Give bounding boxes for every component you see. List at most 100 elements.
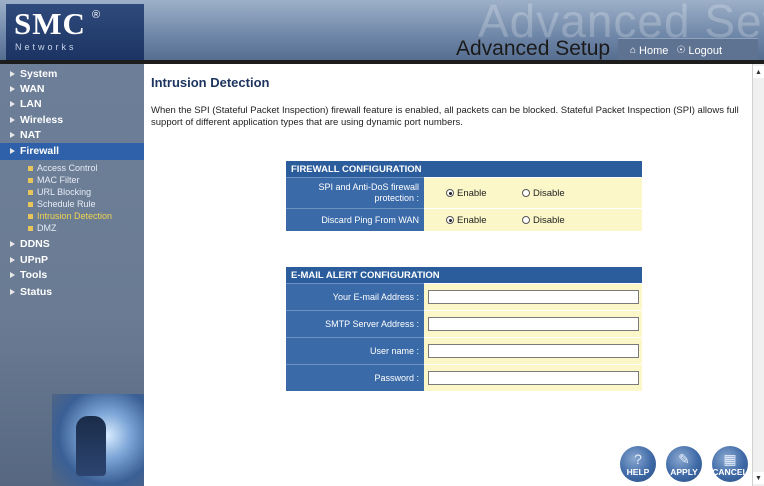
sidebar-subitem-label: URL Blocking [37, 187, 92, 197]
radio-label: Enable [457, 187, 487, 199]
sidebar-person-figure [76, 416, 106, 476]
header-title: Advanced Setup [456, 37, 611, 60]
subitem-bullet-icon [28, 225, 33, 231]
sidebar-item-label: Status [20, 286, 53, 298]
password-input[interactable] [428, 371, 639, 385]
cancel-icon: ▦ [723, 451, 737, 467]
logout-icon: ☉ [676, 45, 686, 56]
header: Advanced Setup SMC ® Networks Advanced S… [0, 0, 764, 64]
bullet-icon [10, 101, 15, 107]
sidebar-item-wireless[interactable]: Wireless [10, 114, 63, 126]
help-button[interactable]: ? HELP [620, 446, 656, 482]
password-label: Password : [286, 364, 424, 391]
sidebar-item-nat[interactable]: NAT [10, 129, 41, 141]
sidebar-item-label: Firewall [20, 145, 60, 157]
email-address-label: Your E-mail Address : [286, 283, 424, 310]
sidebar-subitem-label: DMZ [37, 223, 57, 233]
sidebar-subitem-dmz[interactable]: DMZ [28, 223, 57, 233]
vertical-scrollbar[interactable]: ▲ ▼ [752, 64, 764, 486]
sidebar-subitem-label: Access Control [37, 163, 98, 173]
smtp-server-value [424, 310, 642, 337]
sidebar-item-label: Wireless [20, 114, 64, 126]
home-label: Home [639, 44, 669, 57]
sidebar-subitem-intrusion-detection[interactable]: Intrusion Detection [28, 211, 112, 221]
email-address-input[interactable] [428, 290, 639, 304]
bullet-icon [10, 272, 15, 278]
sidebar: System WAN LAN Wireless NAT Firewall Acc… [0, 64, 144, 486]
sidebar-item-status[interactable]: Status [10, 286, 52, 298]
username-label: User name : [286, 337, 424, 364]
sidebar-subitem-mac-filter[interactable]: MAC Filter [28, 175, 80, 185]
radio-selected-icon [446, 216, 454, 224]
home-icon: ⌂ [630, 45, 637, 56]
radio-label: Disable [533, 187, 565, 199]
bullet-icon [10, 132, 15, 138]
email-address-row: Your E-mail Address : [286, 283, 642, 310]
bullet-icon [10, 71, 15, 77]
smtp-server-input[interactable] [428, 317, 639, 331]
apply-label: APPLY [670, 467, 698, 477]
bullet-icon [10, 289, 15, 295]
discard-ping-disable-radio[interactable]: Disable [522, 215, 565, 226]
username-input[interactable] [428, 344, 639, 358]
sidebar-item-label: WAN [20, 83, 45, 95]
sidebar-subitem-url-blocking[interactable]: URL Blocking [28, 187, 91, 197]
username-value [424, 337, 642, 364]
sidebar-subitem-label: Schedule Rule [37, 199, 96, 209]
sidebar-item-label: DDNS [20, 238, 50, 250]
apply-icon: ✎ [678, 451, 690, 467]
sidebar-subitem-access-control[interactable]: Access Control [28, 163, 98, 173]
sidebar-subitem-label: MAC Filter [37, 175, 80, 185]
smtp-server-label: SMTP Server Address : [286, 310, 424, 337]
radio-unselected-icon [522, 216, 530, 224]
logo-text: SMC [14, 6, 86, 41]
spi-disable-radio[interactable]: Disable [522, 188, 565, 199]
smtp-server-row: SMTP Server Address : [286, 310, 642, 337]
spi-row: SPI and Anti-DoS firewall protection : E… [286, 177, 642, 208]
sidebar-item-label: NAT [20, 129, 41, 141]
sidebar-item-label: UPnP [20, 254, 49, 266]
smc-logo[interactable]: SMC ® Networks [6, 4, 144, 60]
radio-label: Disable [533, 214, 565, 226]
header-links: ⌂ Home ☉ Logout [618, 38, 758, 62]
sidebar-item-ddns[interactable]: DDNS [10, 238, 50, 250]
logout-link[interactable]: ☉ Logout [676, 45, 722, 57]
password-row: Password : [286, 364, 642, 391]
scroll-down-arrow-icon[interactable]: ▼ [753, 472, 764, 484]
intro-text: When the SPI (Stateful Packet Inspection… [151, 105, 739, 128]
sidebar-item-label: System [20, 68, 58, 80]
page-title: Intrusion Detection [151, 75, 270, 90]
sidebar-item-wan[interactable]: WAN [10, 83, 45, 95]
sidebar-item-tools[interactable]: Tools [10, 269, 47, 281]
bullet-icon [10, 86, 15, 92]
radio-unselected-icon [522, 189, 530, 197]
subitem-bullet-icon [28, 189, 33, 195]
firewall-config-heading: FIREWALL CONFIGURATION [286, 161, 642, 177]
spi-enable-radio[interactable]: Enable [446, 188, 522, 199]
radio-label: Enable [457, 214, 487, 226]
sidebar-item-system[interactable]: System [10, 68, 57, 80]
spi-label: SPI and Anti-DoS firewall protection : [286, 177, 424, 208]
logo-registered-mark: ® [92, 9, 101, 21]
cancel-label: CANCEL [712, 467, 748, 477]
scroll-up-arrow-icon[interactable]: ▲ [753, 66, 764, 78]
sidebar-item-label: LAN [20, 98, 42, 110]
discard-ping-enable-radio[interactable]: Enable [446, 215, 522, 226]
subitem-bullet-icon [28, 165, 33, 171]
email-address-value [424, 283, 642, 310]
sidebar-subitem-schedule-rule[interactable]: Schedule Rule [28, 199, 96, 209]
discard-ping-value: Enable Disable [424, 208, 642, 231]
cancel-button[interactable]: ▦ CANCEL [712, 446, 748, 482]
main-content: Intrusion Detection When the SPI (Statef… [144, 64, 752, 486]
sidebar-item-upnp[interactable]: UPnP [10, 254, 48, 266]
sidebar-item-firewall[interactable]: Firewall [10, 145, 59, 157]
radio-selected-icon [446, 189, 454, 197]
apply-button[interactable]: ✎ APPLY [666, 446, 702, 482]
home-link[interactable]: ⌂ Home [630, 45, 668, 57]
sidebar-item-lan[interactable]: LAN [10, 98, 42, 110]
sidebar-subitem-label: Intrusion Detection [37, 211, 113, 221]
bullet-icon [10, 117, 15, 123]
username-row: User name : [286, 337, 642, 364]
email-alert-config-heading: E-MAIL ALERT CONFIGURATION [286, 267, 642, 283]
bullet-icon [10, 148, 15, 154]
